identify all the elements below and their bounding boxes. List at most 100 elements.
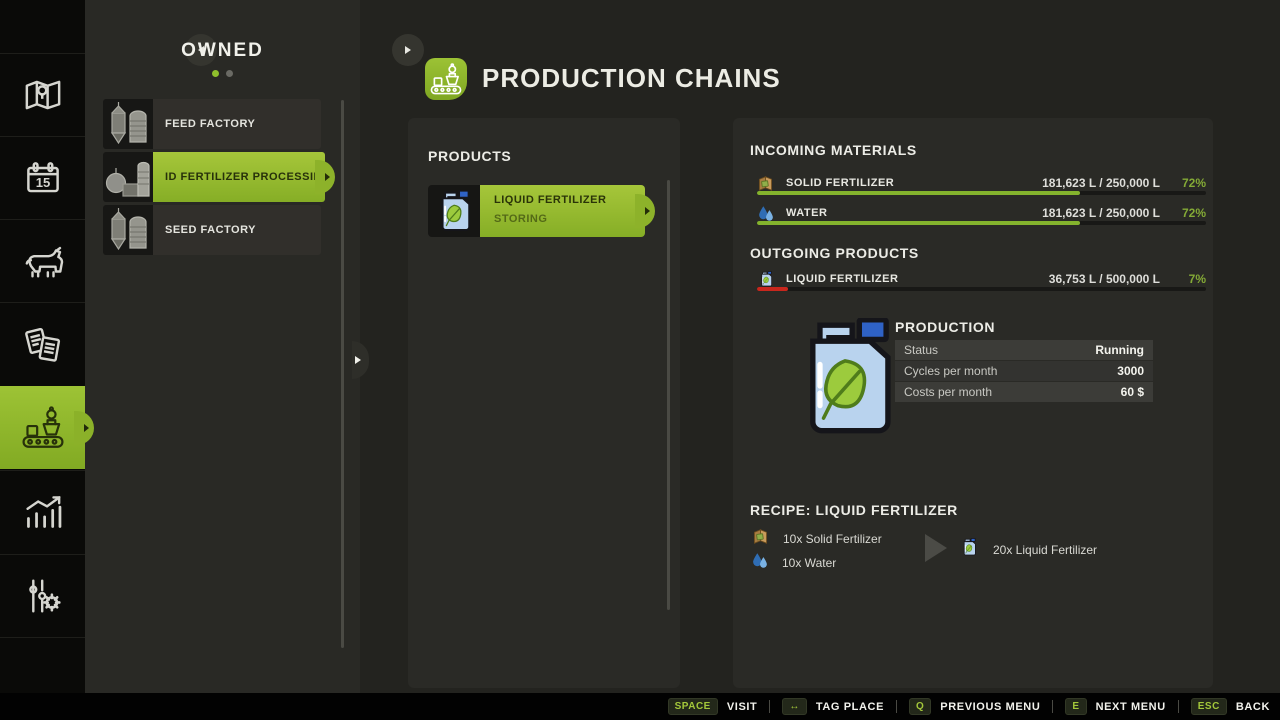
liquid-fertilizer-jug-icon bbox=[961, 538, 977, 561]
material-name: SOLID FERTILIZER bbox=[786, 177, 895, 189]
esc-key: ESC bbox=[1190, 698, 1227, 715]
products-heading: PRODUCTS bbox=[428, 148, 512, 164]
fertilizer-factory-thumb-icon bbox=[103, 152, 153, 202]
recipe-input-text: 10x Water bbox=[782, 556, 837, 570]
recipe-arrow-icon bbox=[925, 534, 947, 562]
material-amount: 36,753 L / 500,000 L bbox=[1048, 272, 1160, 286]
action-label: VISIT bbox=[726, 700, 758, 713]
settings-icon bbox=[22, 575, 64, 617]
material-percent: 72% bbox=[1181, 206, 1206, 220]
table-row: Costs per month 60 $ bbox=[895, 382, 1153, 402]
material-amount: 181,623 L / 250,000 L bbox=[1042, 176, 1160, 190]
table-row: Cycles per month 3000 bbox=[895, 361, 1153, 381]
next-page-button[interactable] bbox=[392, 34, 424, 66]
material-amount: 181,623 L / 250,000 L bbox=[1042, 206, 1160, 220]
recipe-output-text: 20x Liquid Fertilizer bbox=[993, 542, 1098, 557]
progress-fill bbox=[757, 191, 1081, 195]
product-body: LIQUID FERTILIZER STORING bbox=[480, 185, 655, 237]
page-title: PRODUCTION CHAINS bbox=[482, 63, 781, 93]
back-action[interactable]: ESC BACK bbox=[1190, 698, 1270, 715]
factory-list-item-selected[interactable]: ID FERTILIZER PROCESSING FA bbox=[103, 152, 335, 202]
progress-bar bbox=[757, 287, 1206, 291]
product-name: LIQUID FERTILIZER bbox=[494, 194, 607, 206]
sidebar-item-statistics[interactable] bbox=[0, 470, 85, 553]
owned-factories-panel: OWNED FEED FACTORY ID FERTILIZER PROCESS… bbox=[85, 0, 424, 693]
sidebar-item-animals[interactable] bbox=[0, 219, 85, 302]
product-list-item-selected[interactable]: LIQUID FERTILIZER STORING bbox=[428, 185, 655, 237]
map-icon bbox=[23, 75, 63, 115]
products-panel: PRODUCTS LIQUID FERTILIZER STORING bbox=[408, 118, 680, 688]
factory-label: SEED FACTORY bbox=[153, 205, 321, 255]
recipe-output-row: 20x Liquid Fertilizer bbox=[961, 538, 1097, 561]
recipe-input-text: 10x Solid Fertilizer bbox=[783, 532, 882, 546]
divider bbox=[896, 700, 898, 713]
product-status: STORING bbox=[494, 213, 548, 225]
silo-factory-thumb-icon bbox=[103, 205, 153, 255]
tag-place-action[interactable]: ↔ TAG PLACE bbox=[782, 698, 884, 715]
sidebar-item-settings[interactable] bbox=[0, 554, 85, 637]
material-name: WATER bbox=[786, 207, 828, 219]
liquid-fertilizer-product-image bbox=[791, 318, 899, 441]
production-chains-icon bbox=[21, 405, 65, 450]
sidebar-item-calendar[interactable]: 15 bbox=[0, 136, 85, 219]
tab-key: ↔ bbox=[782, 698, 807, 715]
row-value: 60 $ bbox=[1120, 385, 1144, 399]
sidebar-item-map[interactable] bbox=[0, 53, 85, 136]
progress-fill bbox=[757, 287, 789, 291]
progress-bar bbox=[757, 221, 1206, 225]
material-percent: 72% bbox=[1181, 176, 1206, 190]
products-scrollbar[interactable] bbox=[667, 180, 670, 610]
factory-list: FEED FACTORY ID FERTILIZER PROCESSING FA… bbox=[103, 99, 335, 258]
page-dot-inactive bbox=[226, 70, 233, 77]
next-menu-action[interactable]: E NEXT MENU bbox=[1065, 698, 1165, 715]
liquid-fertilizer-jug-icon bbox=[757, 271, 774, 287]
material-row: WATER 181,623 L / 250,000 L 72% bbox=[757, 203, 1206, 223]
sidebar-item-production-chains[interactable] bbox=[0, 386, 94, 469]
factory-details-panel: INCOMING MATERIALS SOLID FERTILIZER 181,… bbox=[733, 118, 1213, 688]
action-label: PREVIOUS MENU bbox=[940, 700, 1041, 713]
arrow-right-icon bbox=[355, 356, 361, 364]
row-label: Cycles per month bbox=[904, 364, 998, 378]
factory-label: ID FERTILIZER PROCESSING FA bbox=[153, 152, 325, 202]
statistics-icon bbox=[22, 491, 64, 533]
divider bbox=[1052, 700, 1054, 713]
previous-menu-action[interactable]: Q PREVIOUS MENU bbox=[909, 698, 1040, 715]
recipe-input-row: 10x Solid Fertilizer bbox=[752, 528, 882, 550]
silo-factory-thumb-icon bbox=[103, 99, 153, 149]
arrow-right-icon bbox=[325, 173, 330, 181]
e-key: E bbox=[1065, 698, 1087, 715]
keybind-bottom-bar: SPACE VISIT ↔ TAG PLACE Q PREVIOUS MENU … bbox=[0, 693, 1280, 720]
production-info-table: Status Running Cycles per month 3000 Cos… bbox=[895, 340, 1153, 403]
selected-tab-arrow-icon bbox=[84, 423, 89, 432]
sidebar-item-contracts[interactable] bbox=[0, 302, 85, 386]
animals-icon bbox=[22, 240, 64, 282]
fertilizer-bag-icon bbox=[757, 175, 774, 192]
factory-list-item[interactable]: SEED FACTORY bbox=[103, 205, 321, 255]
recipe-heading: RECIPE: LIQUID FERTILIZER bbox=[750, 502, 958, 518]
table-row: Status Running bbox=[895, 340, 1153, 360]
action-label: TAG PLACE bbox=[815, 700, 885, 713]
factory-list-scrollbar[interactable] bbox=[341, 100, 344, 648]
space-key: SPACE bbox=[667, 698, 718, 715]
factory-list-item[interactable]: FEED FACTORY bbox=[103, 99, 321, 149]
panel-expand-handle[interactable] bbox=[352, 341, 369, 379]
visit-action[interactable]: SPACE VISIT bbox=[667, 698, 758, 715]
factory-label: FEED FACTORY bbox=[153, 99, 321, 149]
material-row: SOLID FERTILIZER 181,623 L / 250,000 L 7… bbox=[757, 173, 1206, 193]
row-label: Status bbox=[904, 343, 939, 357]
divider bbox=[769, 700, 771, 713]
recipe-input-row: 10x Water bbox=[752, 552, 836, 574]
q-key: Q bbox=[909, 698, 932, 715]
production-chains-header-icon bbox=[425, 58, 467, 100]
owned-panel-title: OWNED bbox=[181, 40, 264, 61]
incoming-materials-heading: INCOMING MATERIALS bbox=[750, 142, 917, 158]
main-menu-sidebar: 15 bbox=[0, 0, 94, 720]
water-drops-icon bbox=[757, 205, 774, 222]
production-chains-screen: 15 OWNED FEED FACTORY ID FERTILIZER PROC… bbox=[0, 0, 1280, 720]
selected-item-notch bbox=[635, 194, 655, 228]
liquid-fertilizer-jug-icon bbox=[428, 185, 480, 237]
row-value: 3000 bbox=[1117, 364, 1144, 378]
outgoing-products-heading: OUTGOING PRODUCTS bbox=[750, 245, 919, 261]
action-label: NEXT MENU bbox=[1095, 700, 1166, 713]
fertilizer-bag-icon bbox=[752, 528, 769, 550]
